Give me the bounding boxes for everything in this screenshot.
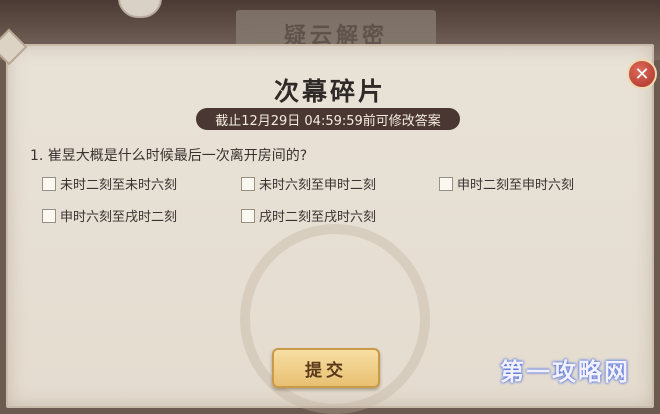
option-label: 未时六刻至申时二刻	[259, 178, 377, 193]
option-label: 申时六刻至戌时二刻	[60, 210, 178, 225]
submit-button[interactable]: 提交	[272, 348, 380, 388]
question-text: 1. 崔昱大概是什么时候最后一次离开房间的?	[30, 148, 308, 164]
checkbox[interactable]	[42, 176, 56, 191]
option-5[interactable]: 戌时二刻至戌时六刻	[241, 206, 376, 225]
option-label: 戌时二刻至戌时六刻	[259, 210, 377, 225]
option-label: 未时二刻至未时六刻	[60, 178, 178, 193]
checkbox[interactable]	[42, 208, 56, 223]
option-3[interactable]: 申时二刻至申时六刻	[439, 174, 574, 193]
option-label: 申时二刻至申时六刻	[457, 178, 575, 193]
option-2[interactable]: 未时六刻至申时二刻	[241, 174, 376, 193]
checkbox[interactable]	[439, 176, 453, 191]
option-4[interactable]: 申时六刻至戌时二刻	[42, 206, 177, 225]
deadline-text: 截止12月29日 04:59:59前可修改答案	[215, 113, 441, 129]
checkbox[interactable]	[241, 208, 255, 223]
dialog-title: 次幕碎片	[273, 77, 386, 106]
site-watermark: 第一攻略网	[500, 358, 630, 386]
submit-label: 提交	[305, 360, 347, 381]
checkbox[interactable]	[241, 176, 255, 191]
deadline-banner: 截止12月29日 04:59:59前可修改答案	[196, 108, 460, 130]
option-1[interactable]: 未时二刻至未时六刻	[42, 174, 177, 193]
